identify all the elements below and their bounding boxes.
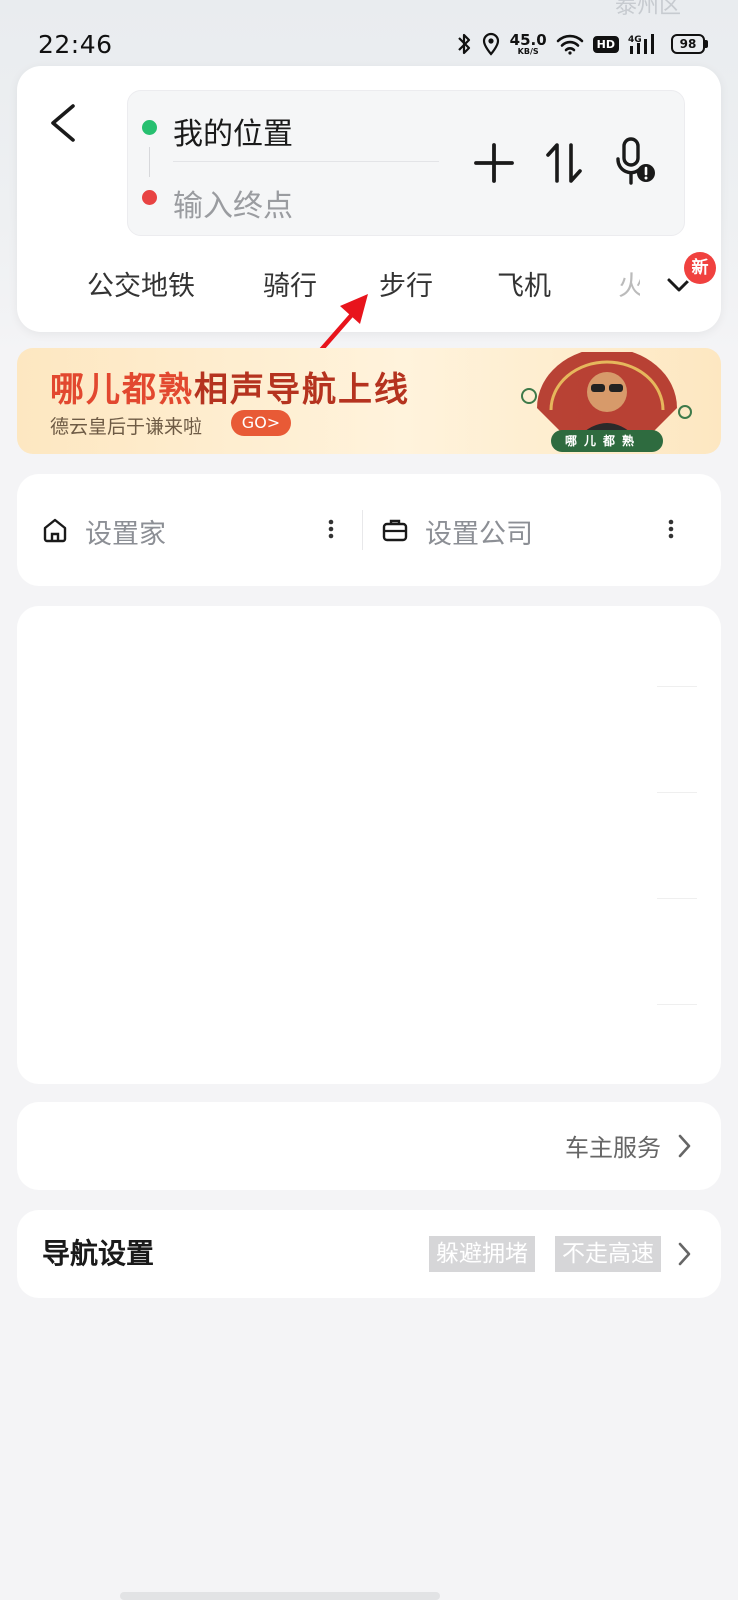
- bluetooth-icon: [457, 33, 470, 55]
- promo-banner[interactable]: 哪儿都熟相声导航上线 德云皇后于谦来啦 GO> 哪儿都熟: [17, 348, 721, 454]
- back-icon[interactable]: [43, 100, 83, 146]
- wifi-icon: [556, 34, 583, 55]
- avoid-highway-chip[interactable]: 不走高速: [555, 1236, 661, 1272]
- tab-walking[interactable]: 步行: [379, 264, 433, 303]
- location-icon: [482, 32, 499, 56]
- transport-tabs: 公交地铁 骑行 步行 飞机 火 新: [17, 252, 721, 314]
- input-divider: [173, 161, 439, 162]
- status-time: 22:46: [38, 30, 113, 59]
- start-location-field[interactable]: 我的位置: [173, 109, 293, 153]
- net-speed-unit: KB/S: [517, 46, 539, 56]
- hd-badge: HD: [592, 35, 619, 53]
- start-dot: [142, 120, 157, 135]
- banner-title-highlight: 哪儿都熟: [50, 370, 194, 410]
- new-badge: 新: [684, 252, 716, 284]
- nav-settings-card[interactable]: 导航设置 躲避拥堵 不走高速: [17, 1210, 721, 1298]
- net-speed: 45.0 KB/S: [509, 30, 547, 56]
- banner-subtitle: 德云皇后于谦来啦: [50, 416, 203, 438]
- status-icons: 45.0 KB/S HD 4G 98: [456, 28, 708, 60]
- avoid-congestion-chip[interactable]: 躲避拥堵: [429, 1236, 535, 1272]
- destination-input[interactable]: 输入终点: [173, 181, 293, 225]
- shortcut-divider: [362, 510, 363, 550]
- tab-cycling[interactable]: 骑行: [263, 264, 317, 303]
- battery-level: 98: [671, 34, 705, 54]
- list-divider: [657, 898, 697, 899]
- tab-transit[interactable]: 公交地铁: [87, 264, 195, 303]
- set-home-button[interactable]: 设置家: [85, 512, 166, 551]
- car-service-link[interactable]: 车主服务: [565, 1128, 661, 1163]
- more-vertical-icon[interactable]: [325, 514, 337, 544]
- banner-badge-text: 哪儿都熟: [565, 434, 642, 448]
- chevron-right-icon: [678, 1242, 691, 1266]
- net-speed-value: 45.0: [509, 30, 547, 49]
- banner-title: 哪儿都熟相声导航上线: [50, 362, 410, 411]
- more-vertical-icon[interactable]: [665, 514, 677, 544]
- battery-indicator: 98: [671, 34, 708, 54]
- battery-tip: [705, 40, 708, 48]
- chevron-right-icon: [678, 1134, 691, 1158]
- map-label: 泰州区: [615, 0, 682, 19]
- route-card: 我的位置 输入终点 公交地铁 骑行 步行 飞机 火 新: [17, 66, 721, 332]
- set-company-button[interactable]: 设置公司: [425, 512, 533, 551]
- add-waypoint-icon[interactable]: [470, 135, 518, 191]
- tab-flight[interactable]: 飞机: [497, 264, 551, 303]
- tab-train[interactable]: 火: [618, 264, 640, 303]
- briefcase-icon: [382, 519, 408, 542]
- end-dot: [142, 190, 157, 205]
- shortcut-card: 设置家 设置公司: [17, 474, 721, 586]
- nav-settings-title: 导航设置: [42, 1237, 155, 1270]
- car-service-card[interactable]: 车主服务: [17, 1102, 721, 1190]
- list-divider: [657, 792, 697, 793]
- swap-icon[interactable]: [540, 135, 588, 191]
- route-connector: [149, 147, 150, 177]
- banner-title-rest: 相声导航上线: [194, 370, 410, 410]
- home-indicator: [120, 1592, 440, 1600]
- voice-input-icon[interactable]: [608, 133, 664, 193]
- status-bar: 22:46 45.0 KB/S HD 4G 98: [0, 24, 738, 64]
- history-card: [17, 606, 721, 1084]
- home-icon: [43, 518, 67, 543]
- route-inputs: 我的位置 输入终点: [127, 90, 685, 236]
- signal-icon: 4G: [628, 34, 654, 54]
- banner-go-button[interactable]: GO>: [231, 410, 291, 436]
- list-divider: [657, 1004, 697, 1005]
- list-divider: [657, 686, 697, 687]
